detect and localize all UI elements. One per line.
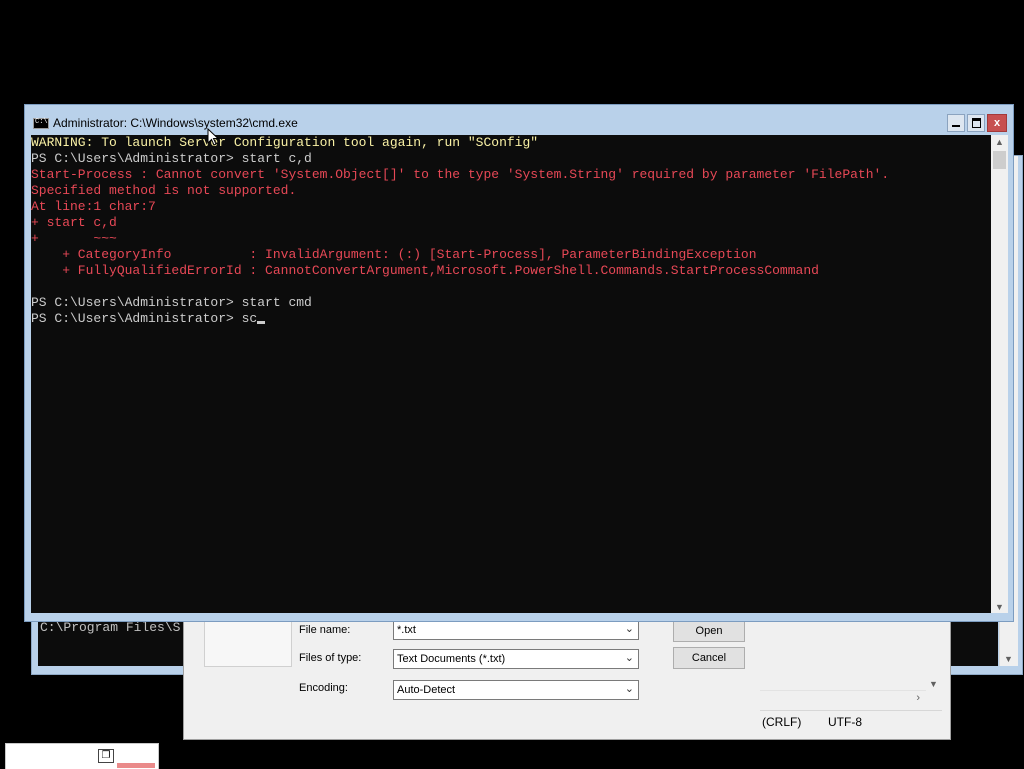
console-line: PS C:\Users\Administrator> start c,d (31, 151, 312, 166)
file-preview-pane (204, 620, 292, 667)
files-of-type-select[interactable]: Text Documents (*.txt) ⌄ (393, 649, 639, 669)
files-of-type-label: Files of type: (299, 652, 362, 664)
console-line: + FullyQualifiedErrorId : CannotConvertA… (31, 263, 819, 278)
scroll-down-arrow-icon[interactable]: ▼ (1004, 654, 1013, 664)
minimize-button[interactable] (947, 114, 965, 132)
background-console-line: C:\Program Files\S (40, 620, 181, 635)
open-button[interactable]: Open (673, 620, 745, 642)
file-name-value: *.txt (397, 624, 416, 636)
encoding-label: Encoding: (299, 682, 348, 694)
scroll-thumb[interactable] (993, 151, 1006, 169)
console-vertical-scrollbar[interactable]: ▲ ▼ (991, 135, 1008, 613)
notepad-vertical-scrollbar[interactable]: ▼ (926, 620, 942, 690)
maximize-icon (971, 118, 981, 128)
console-line: Specified method is not supported. (31, 183, 297, 198)
console-prompt-line[interactable]: PS C:\Users\Administrator> sc (31, 311, 266, 327)
chevron-down-icon[interactable]: ⌄ (625, 682, 634, 695)
cmd-icon[interactable]: C:\ (33, 118, 49, 129)
encoding-select[interactable]: Auto-Detect ⌄ (393, 680, 639, 700)
file-name-label: File name: (299, 624, 351, 636)
console-line: Start-Process : Cannot convert 'System.O… (31, 167, 890, 182)
scroll-down-arrow-icon[interactable]: ▼ (995, 602, 1004, 612)
console-line: At line:1 char:7 (31, 199, 156, 214)
console-output[interactable]: WARNING: To launch Server Configuration … (31, 135, 991, 613)
scroll-right-arrow-icon[interactable]: › (916, 692, 920, 704)
encoding-status: UTF-8 (828, 715, 862, 729)
scroll-up-arrow-icon[interactable]: ▲ (995, 137, 1004, 147)
file-name-combobox[interactable]: *.txt ⌄ (393, 620, 639, 640)
cmd-icon-text: C:\ (35, 118, 48, 126)
console-line: PS C:\Users\Administrator> start cmd (31, 295, 312, 310)
window-title: Administrator: C:\Windows\system32\cmd.e… (53, 116, 298, 130)
line-ending-status: (CRLF) (762, 715, 802, 729)
scroll-down-arrow-icon[interactable]: ▼ (929, 679, 938, 689)
console-input: PS C:\Users\Administrator> sc (31, 311, 258, 326)
files-of-type-value: Text Documents (*.txt) (397, 653, 506, 665)
cancel-button[interactable]: Cancel (673, 647, 745, 669)
restore-icon[interactable]: ❐ (98, 749, 114, 763)
close-button[interactable]: x (987, 114, 1007, 132)
console-line: + CategoryInfo : InvalidArgument: (:) [S… (31, 247, 757, 262)
chevron-down-icon[interactable]: ⌄ (625, 651, 634, 664)
mouse-pointer-icon (207, 128, 219, 146)
taskbar-close-accent (117, 763, 155, 768)
chevron-down-icon[interactable]: ⌄ (625, 622, 634, 635)
maximize-button[interactable] (967, 114, 985, 132)
console-line: + ~~~ (31, 231, 117, 246)
text-cursor (257, 321, 266, 324)
console-line: + start c,d (31, 215, 117, 230)
minimize-icon (952, 125, 960, 127)
encoding-value: Auto-Detect (397, 684, 456, 696)
console-line: WARNING: To launch Server Configuration … (31, 135, 539, 150)
close-icon: x (993, 117, 1001, 129)
